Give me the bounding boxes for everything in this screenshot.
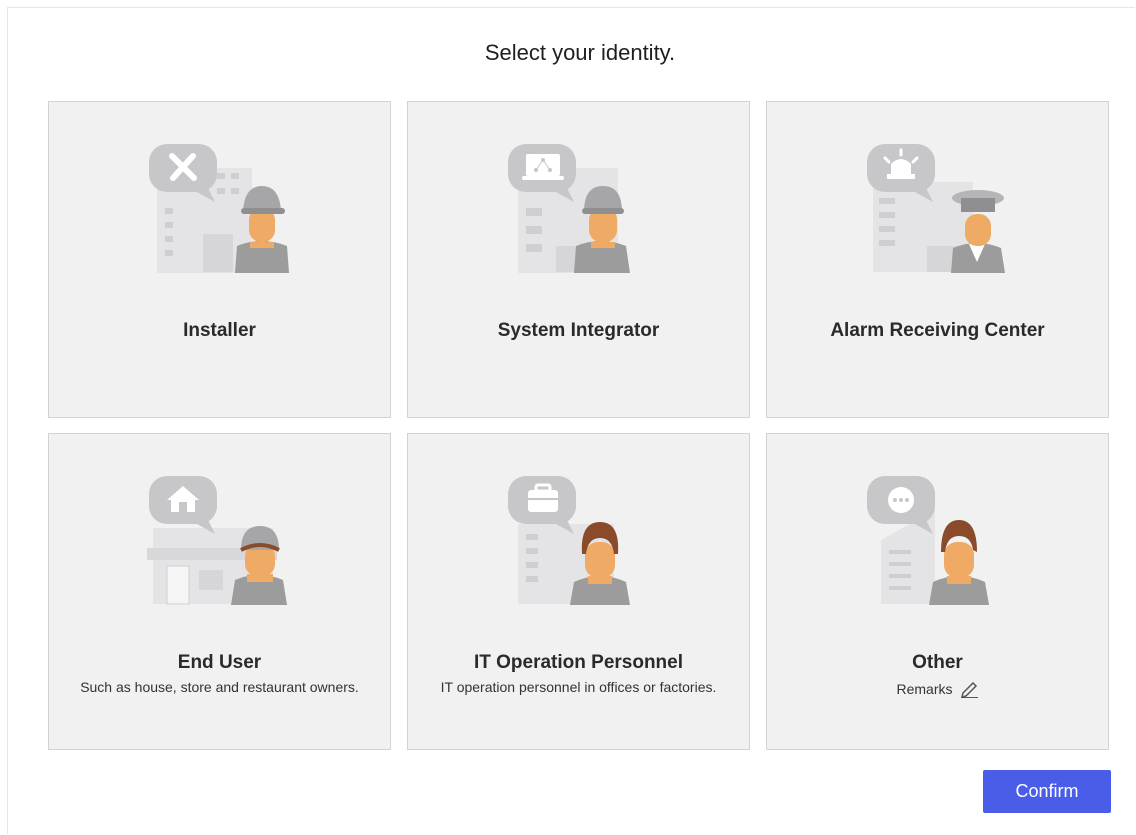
- identity-card-installer[interactable]: Installer: [48, 101, 391, 418]
- pencil-icon[interactable]: [959, 680, 979, 701]
- alarm-receiving-center-illustration: [867, 144, 1005, 273]
- installer-illustration: [149, 144, 289, 273]
- chat-dots-icon: [867, 476, 935, 534]
- home-icon: [149, 476, 217, 534]
- identity-card-end-user[interactable]: End User Such as house, store and restau…: [48, 433, 391, 750]
- confirm-button[interactable]: Confirm: [983, 770, 1111, 813]
- other-illustration: [867, 476, 989, 605]
- card-label: System Integrator: [497, 320, 660, 341]
- identity-card-other[interactable]: Other Remarks: [766, 433, 1109, 750]
- identity-card-alarm-receiving-center[interactable]: Alarm Receiving Center: [766, 101, 1109, 418]
- remarks-field[interactable]: Remarks: [767, 680, 1108, 701]
- card-label: Other: [912, 652, 963, 673]
- identity-card-system-integrator[interactable]: System Integrator: [407, 101, 750, 418]
- identity-card-it-operation-personnel[interactable]: IT Operation Personnel IT operation pers…: [407, 433, 750, 750]
- card-label: End User: [177, 652, 262, 673]
- remarks-label: Remarks: [896, 681, 953, 698]
- it-operation-personnel-illustration: [508, 476, 630, 605]
- card-label: Installer: [183, 320, 256, 341]
- system-integrator-illustration: [508, 144, 630, 273]
- page-title: Select your identity.: [484, 40, 676, 65]
- card-label: IT Operation Personnel: [473, 652, 684, 673]
- card-label: Alarm Receiving Center: [830, 320, 1045, 341]
- card-description: Such as house, store and restaurant owne…: [80, 679, 359, 695]
- card-description: IT operation personnel in offices or fac…: [440, 679, 717, 695]
- end-user-illustration: [147, 476, 287, 605]
